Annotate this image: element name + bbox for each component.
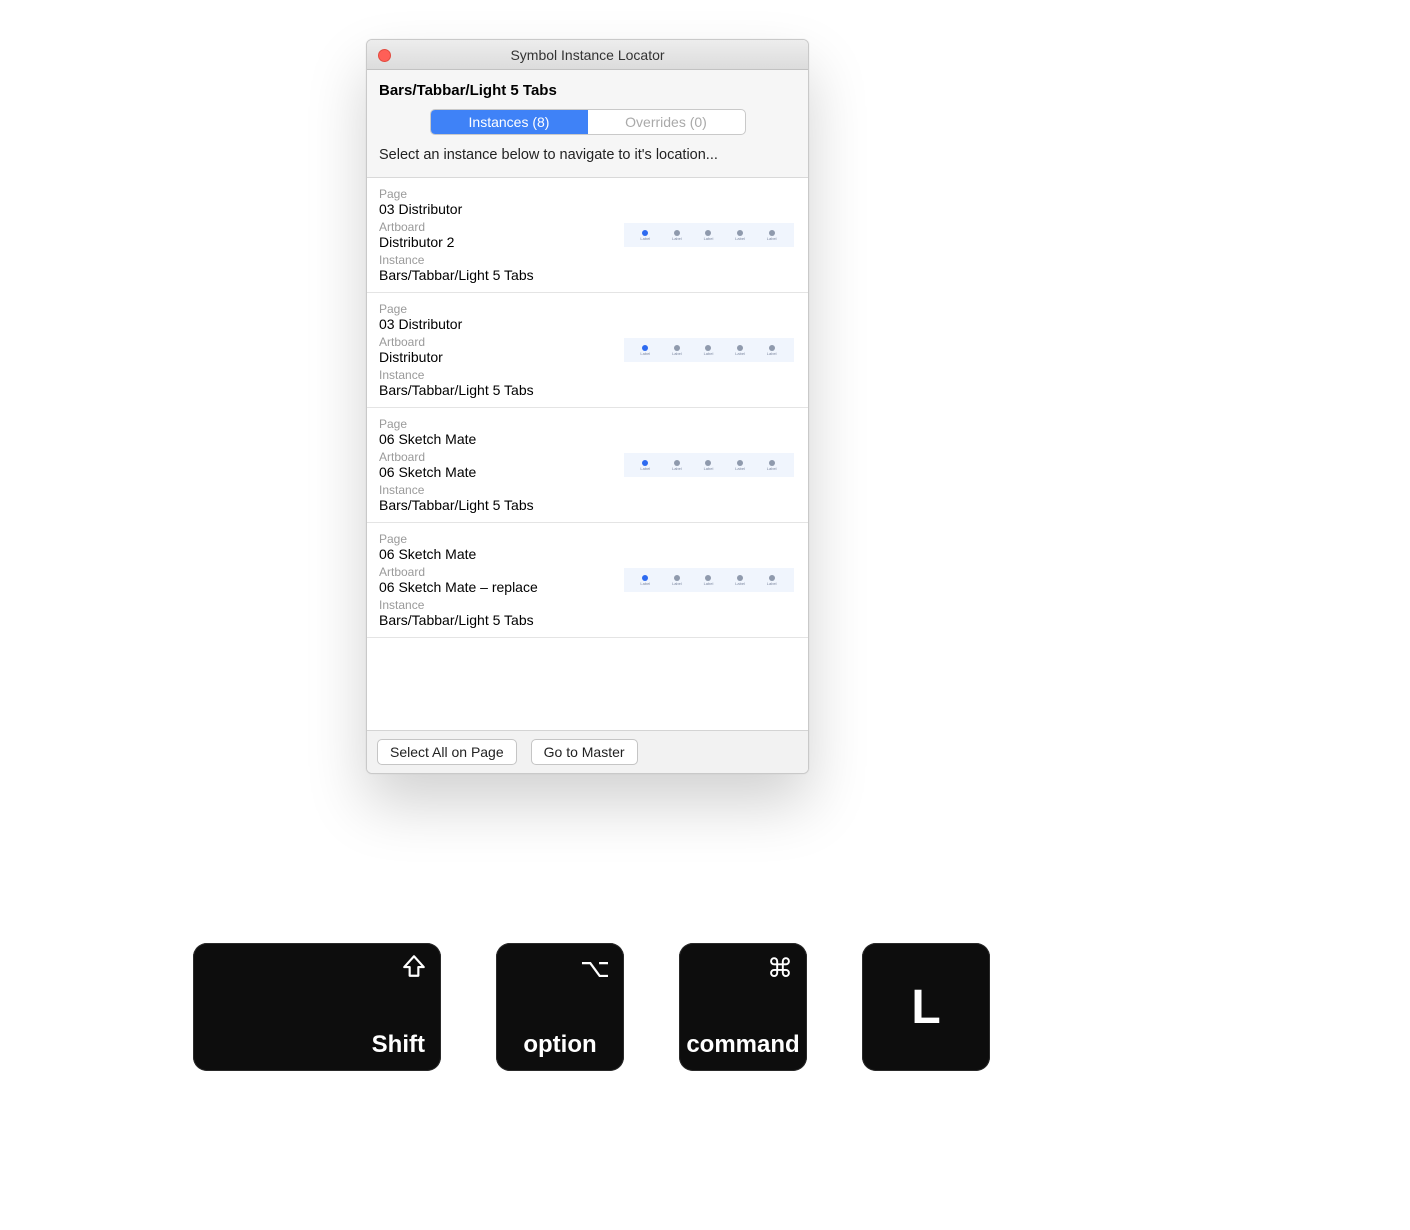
header: Bars/Tabbar/Light 5 Tabs Instances (8) O… [367, 70, 808, 178]
option-icon: ⌥ [580, 953, 610, 984]
instance-value: Bars/Tabbar/Light 5 Tabs [379, 267, 621, 283]
list-item-content: Page 03 Distributor Artboard Distributor… [379, 302, 621, 398]
page-value: 06 Sketch Mate [379, 546, 621, 562]
tabbar-icon: Label Label Label Label Label [624, 338, 794, 362]
artboard-label: Artboard [379, 565, 621, 579]
select-all-on-page-button[interactable]: Select All on Page [377, 739, 517, 765]
page-value: 03 Distributor [379, 201, 621, 217]
tab-instances[interactable]: Instances (8) [431, 110, 588, 134]
option-key-label: option [496, 1031, 624, 1059]
shift-key: Shift [193, 943, 441, 1071]
artboard-value: 06 Sketch Mate [379, 464, 621, 480]
command-key: ⌘ command [679, 943, 807, 1071]
artboard-label: Artboard [379, 335, 621, 349]
list-item[interactable]: Page 06 Sketch Mate Artboard 06 Sketch M… [367, 408, 808, 523]
instance-value: Bars/Tabbar/Light 5 Tabs [379, 382, 621, 398]
instance-label: Instance [379, 598, 621, 612]
segmented-control: Instances (8) Overrides (0) [430, 109, 746, 135]
shift-key-label: Shift [372, 1031, 425, 1059]
page-value: 06 Sketch Mate [379, 431, 621, 447]
instruction-text: Select an instance below to navigate to … [379, 147, 796, 163]
tabbar-icon: Label Label Label Label Label [624, 568, 794, 592]
list-item-content: Page 03 Distributor Artboard Distributor… [379, 187, 621, 283]
page-value: 03 Distributor [379, 316, 621, 332]
tab-overrides[interactable]: Overrides (0) [588, 110, 745, 134]
instance-label: Instance [379, 483, 621, 497]
page-label: Page [379, 187, 621, 201]
go-to-master-button[interactable]: Go to Master [531, 739, 638, 765]
list-item[interactable]: Page 03 Distributor Artboard Distributor… [367, 178, 808, 293]
artboard-value: Distributor [379, 349, 621, 365]
tabbar-icon: Label Label Label Label Label [624, 223, 794, 247]
option-key: ⌥ option [496, 943, 624, 1071]
list-item[interactable]: Page 03 Distributor Artboard Distributor… [367, 293, 808, 408]
symbol-name: Bars/Tabbar/Light 5 Tabs [379, 82, 796, 99]
artboard-label: Artboard [379, 450, 621, 464]
window-title: Symbol Instance Locator [367, 47, 808, 63]
instance-value: Bars/Tabbar/Light 5 Tabs [379, 612, 621, 628]
instance-preview: Label Label Label Label Label [621, 302, 796, 398]
artboard-value: 06 Sketch Mate – replace [379, 579, 621, 595]
artboard-value: Distributor 2 [379, 234, 621, 250]
list-item-content: Page 06 Sketch Mate Artboard 06 Sketch M… [379, 532, 621, 628]
tabbar-icon: Label Label Label Label Label [624, 453, 794, 477]
page-label: Page [379, 417, 621, 431]
instance-label: Instance [379, 253, 621, 267]
artboard-label: Artboard [379, 220, 621, 234]
l-key: L [862, 943, 990, 1071]
instance-preview: Label Label Label Label Label [621, 187, 796, 283]
command-key-label: command [679, 1031, 807, 1059]
l-key-label: L [862, 943, 990, 1071]
list-item-content: Page 06 Sketch Mate Artboard 06 Sketch M… [379, 417, 621, 513]
instance-preview: Label Label Label Label Label [621, 417, 796, 513]
page-label: Page [379, 302, 621, 316]
footer: Select All on Page Go to Master [367, 730, 808, 773]
instance-label: Instance [379, 368, 621, 382]
instance-list[interactable]: Page 03 Distributor Artboard Distributor… [367, 178, 808, 730]
list-item[interactable]: Page 06 Sketch Mate Artboard 06 Sketch M… [367, 523, 808, 638]
command-icon: ⌘ [767, 953, 793, 984]
page-label: Page [379, 532, 621, 546]
instance-value: Bars/Tabbar/Light 5 Tabs [379, 497, 621, 513]
close-icon[interactable] [378, 49, 391, 62]
shift-icon [401, 953, 427, 986]
keyboard-shortcut: Shift ⌥ option ⌘ command L [193, 943, 990, 1071]
titlebar: Symbol Instance Locator [367, 40, 808, 70]
symbol-instance-locator-window: Symbol Instance Locator Bars/Tabbar/Ligh… [366, 39, 809, 774]
instance-preview: Label Label Label Label Label [621, 532, 796, 628]
